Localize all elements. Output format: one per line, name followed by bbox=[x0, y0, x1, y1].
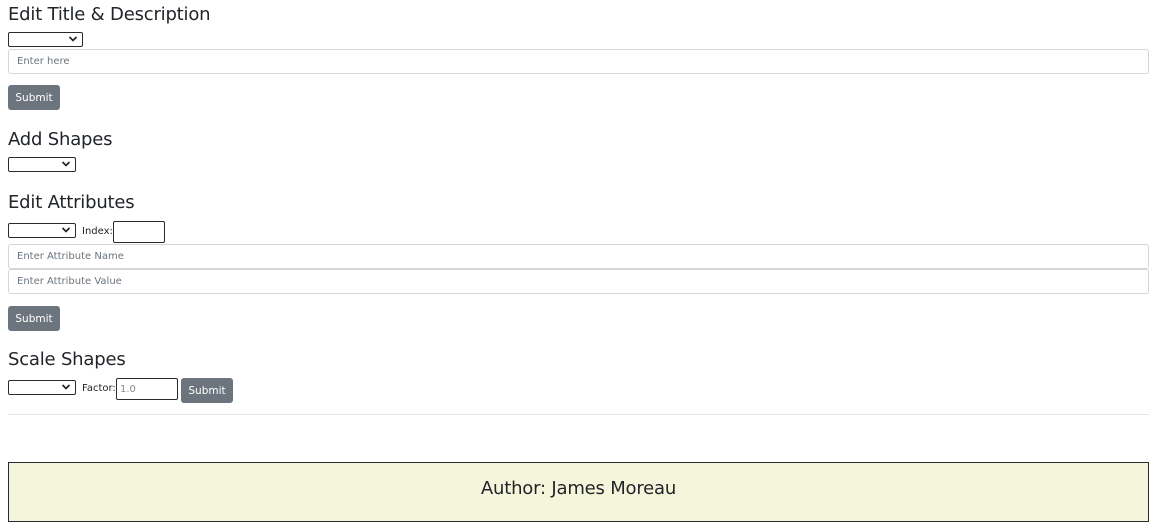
attribute-value-input[interactable] bbox=[8, 269, 1149, 294]
chevron-down-icon bbox=[61, 161, 71, 167]
section-divider bbox=[8, 414, 1149, 415]
edit-title-select[interactable] bbox=[8, 32, 83, 47]
scale-shapes-heading: Scale Shapes bbox=[8, 349, 126, 370]
chevron-down-icon bbox=[68, 36, 78, 42]
scale-shapes-select[interactable] bbox=[8, 380, 76, 395]
chevron-down-icon bbox=[61, 384, 71, 390]
edit-title-heading: Edit Title & Description bbox=[8, 4, 211, 25]
edit-title-submit-button[interactable]: Submit bbox=[8, 85, 60, 110]
index-input[interactable] bbox=[113, 221, 165, 243]
scale-shapes-submit-button[interactable]: Submit bbox=[181, 378, 233, 403]
add-shapes-select[interactable] bbox=[8, 157, 76, 172]
attribute-name-input[interactable] bbox=[8, 244, 1149, 269]
author-text: Author: James Moreau bbox=[480, 478, 677, 499]
add-shapes-heading: Add Shapes bbox=[8, 129, 113, 150]
edit-attributes-select[interactable] bbox=[8, 223, 76, 238]
edit-attributes-heading: Edit Attributes bbox=[8, 192, 135, 213]
index-label: Index: bbox=[82, 226, 113, 237]
title-description-input[interactable] bbox=[8, 49, 1149, 74]
factor-label: Factor: bbox=[82, 383, 116, 394]
edit-attributes-submit-button[interactable]: Submit bbox=[8, 306, 60, 331]
chevron-down-icon bbox=[61, 227, 71, 233]
footer: Author: James Moreau bbox=[8, 462, 1149, 522]
factor-input[interactable] bbox=[116, 378, 178, 400]
